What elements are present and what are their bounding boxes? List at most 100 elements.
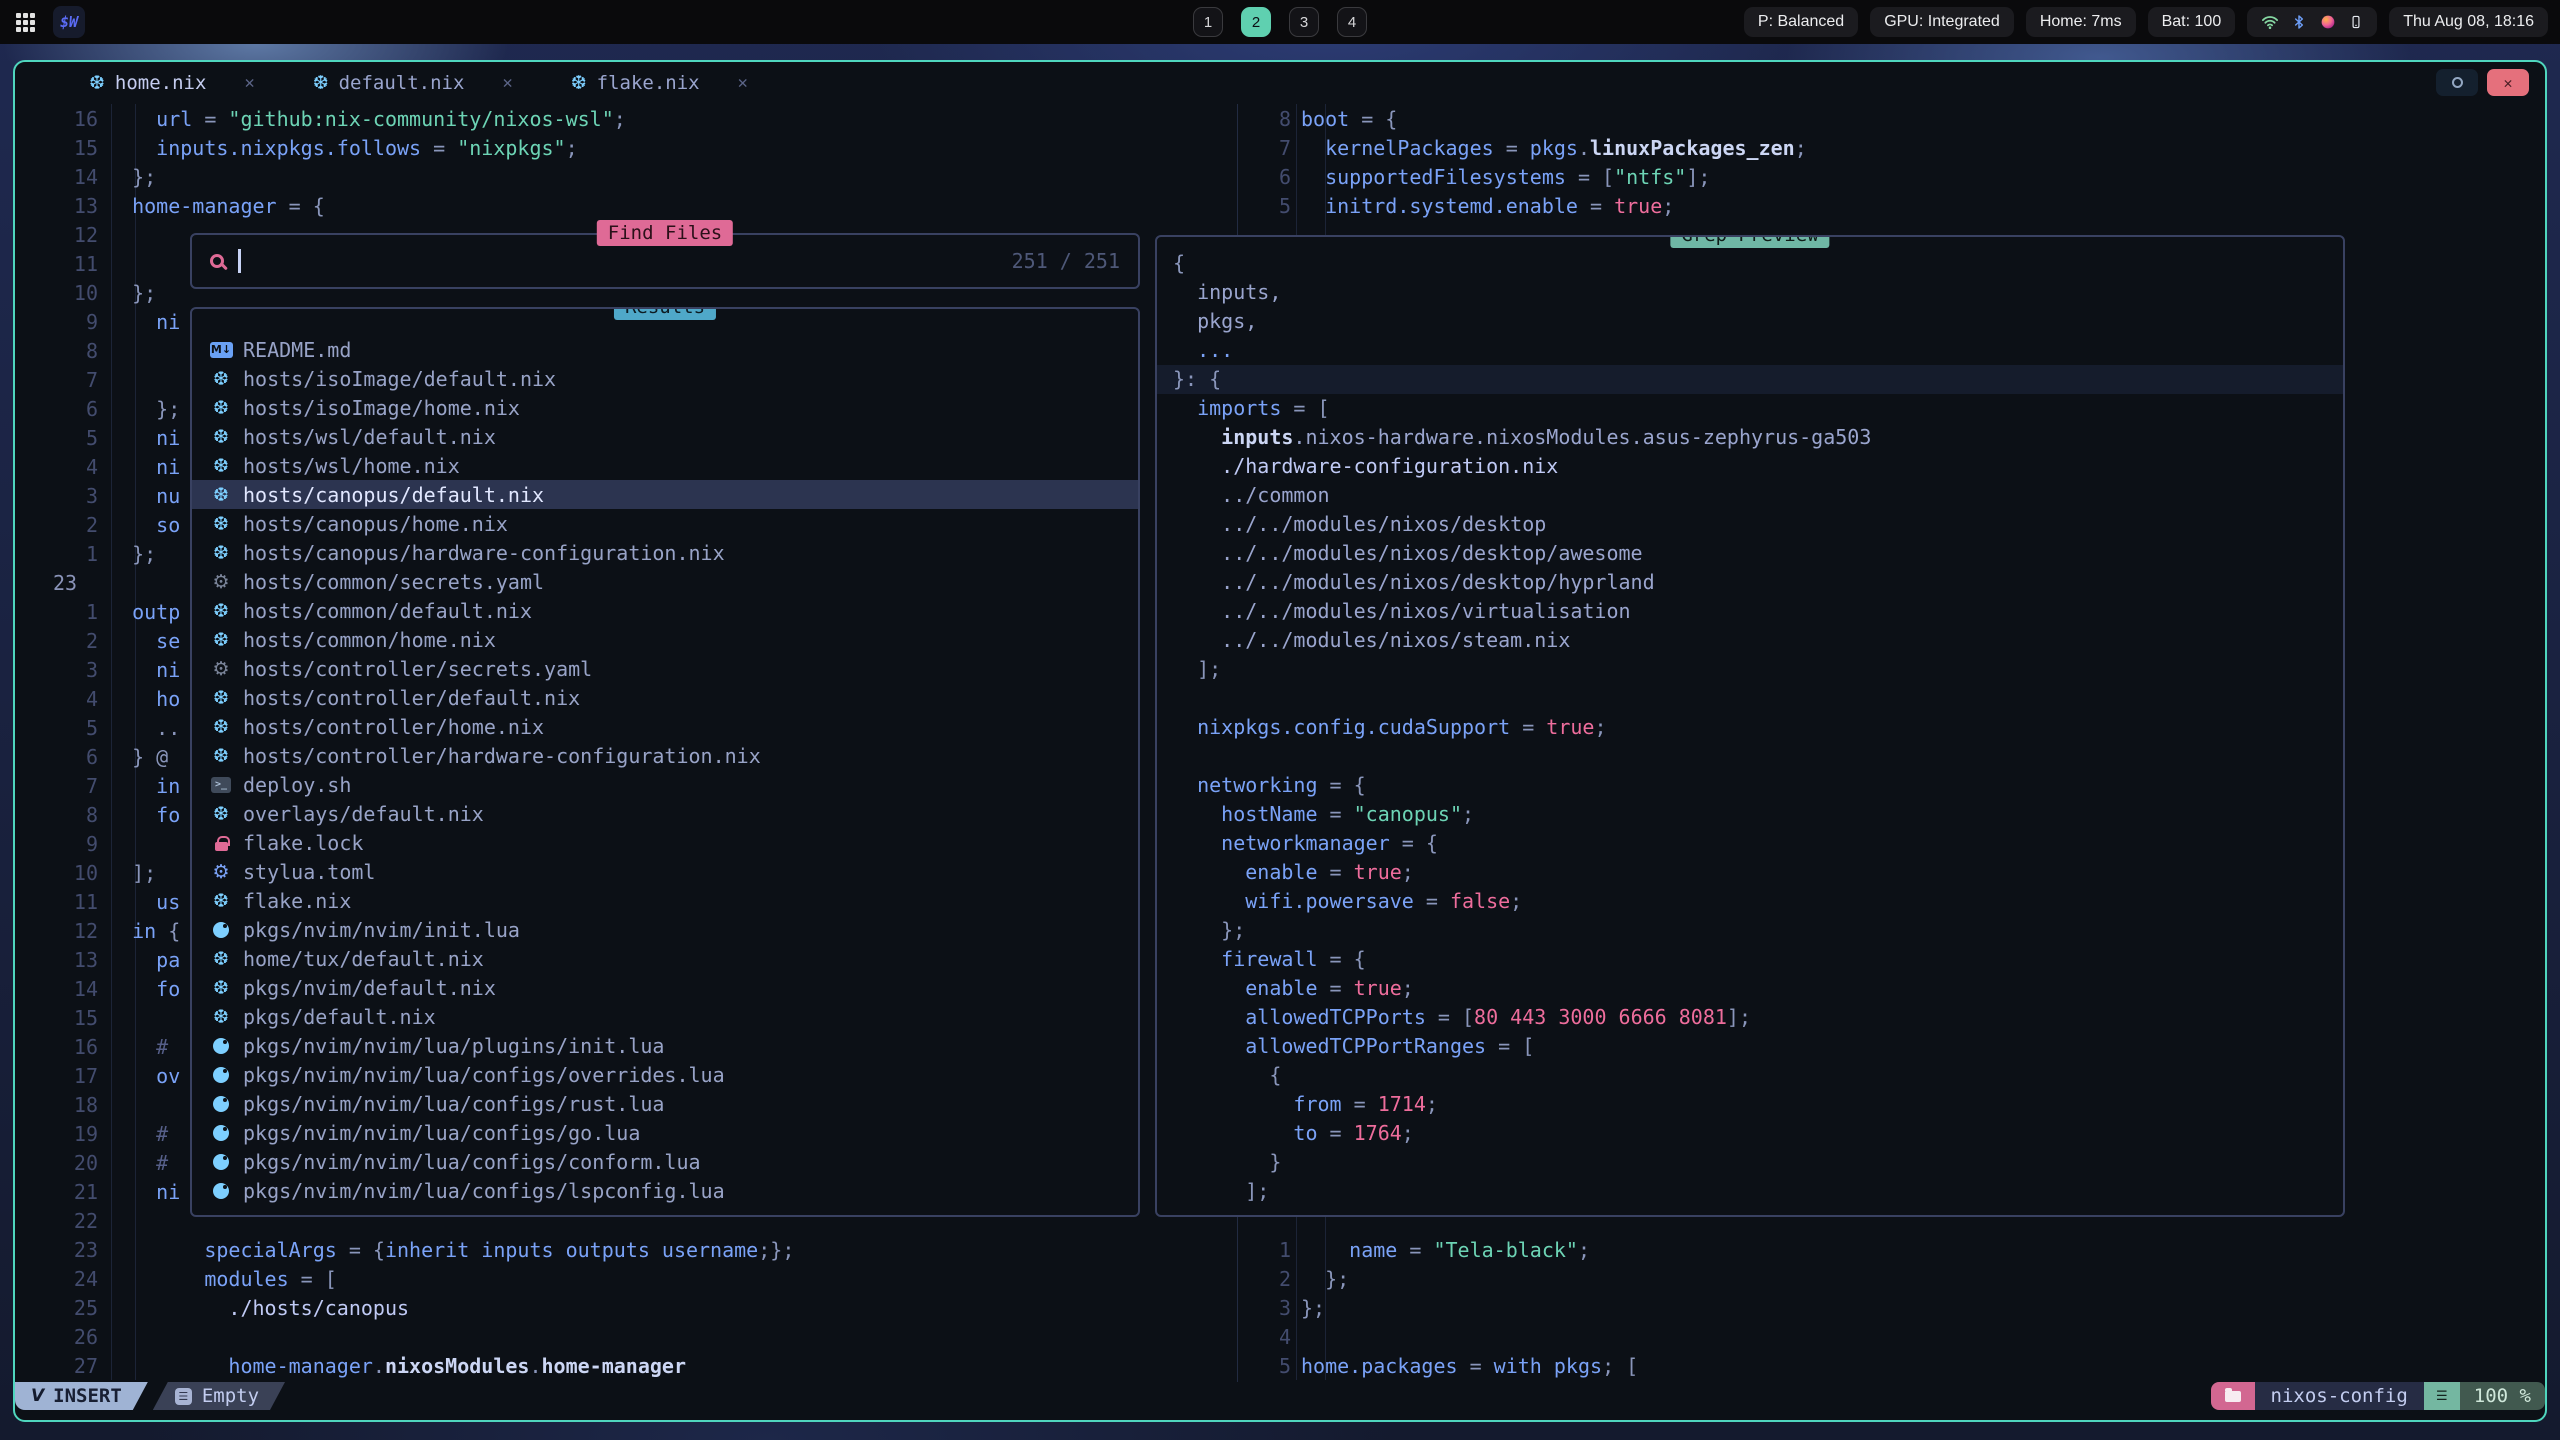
result-item[interactable]: hosts/isoImage/default.nix: [192, 364, 1138, 393]
result-item[interactable]: pkgs/nvim/nvim/lua/configs/overrides.lua: [192, 1060, 1138, 1089]
window-toggle-button[interactable]: [2436, 69, 2478, 96]
result-item[interactable]: pkgs/nvim/nvim/lua/configs/conform.lua: [192, 1147, 1138, 1176]
line-number: 23: [15, 571, 98, 595]
result-label: pkgs/nvim/nvim/lua/configs/lspconfig.lua: [243, 1179, 725, 1203]
preview-line: ];: [1173, 655, 2343, 684]
code-row: 25 ./hosts/canopus: [15, 1293, 1237, 1322]
result-item[interactable]: hosts/common/secrets.yaml: [192, 567, 1138, 596]
lua-file-icon: [208, 1038, 234, 1054]
result-item[interactable]: hosts/wsl/default.nix: [192, 422, 1138, 451]
result-label: pkgs/nvim/nvim/lua/configs/overrides.lua: [243, 1063, 725, 1087]
find-files-input[interactable]: Find Files 251 / 251: [190, 233, 1140, 289]
nix-file-icon: [208, 977, 234, 999]
workspace-button-2[interactable]: 2: [1241, 7, 1271, 37]
result-item[interactable]: hosts/controller/hardware-configuration.…: [192, 741, 1138, 770]
lua-file-icon: [208, 1183, 234, 1199]
line-number: 9: [15, 310, 98, 334]
result-item[interactable]: pkgs/nvim/nvim/lua/configs/go.lua: [192, 1118, 1138, 1147]
result-item[interactable]: pkgs/nvim/nvim/lua/plugins/init.lua: [192, 1031, 1138, 1060]
tab-close-icon[interactable]: [244, 73, 254, 93]
buffer-icon: [175, 1388, 192, 1405]
line-number: 7: [15, 368, 98, 392]
wifi-icon[interactable]: [2261, 13, 2279, 31]
preview-line: ../../modules/nixos/desktop/hyprland: [1173, 568, 2343, 597]
line-number: 1: [1208, 1238, 1291, 1262]
markdown-file-icon: M↓: [208, 342, 234, 358]
code-row: 6 supportedFilesystems = ["ntfs"];: [1208, 162, 2538, 191]
line-number: 19: [15, 1122, 98, 1146]
system-tray[interactable]: [2247, 7, 2377, 37]
editor-tab-bar: home.nix default.nix flake.nix: [15, 62, 2545, 104]
result-item[interactable]: hosts/controller/default.nix: [192, 683, 1138, 712]
result-label: flake.nix: [243, 889, 351, 913]
result-item[interactable]: hosts/common/default.nix: [192, 596, 1138, 625]
bluetooth-icon[interactable]: [2291, 13, 2307, 31]
result-item[interactable]: pkgs/nvim/default.nix: [192, 973, 1138, 1002]
result-item[interactable]: hosts/canopus/default.nix: [192, 480, 1138, 509]
code-row: 23 specialArgs = {inherit inputs outputs…: [15, 1235, 1237, 1264]
tab-label: default.nix: [339, 72, 465, 94]
preview-line: ...: [1173, 336, 2343, 365]
preview-line: ];: [1173, 1177, 2343, 1206]
preview-line: from = 1714;: [1173, 1090, 2343, 1119]
tab-close-icon[interactable]: [738, 73, 748, 93]
result-item[interactable]: hosts/controller/secrets.yaml: [192, 654, 1138, 683]
result-label: hosts/controller/hardware-configuration.…: [243, 744, 761, 768]
result-item[interactable]: stylua.toml: [192, 857, 1138, 886]
workspace-button-4[interactable]: 4: [1337, 7, 1367, 37]
result-item[interactable]: pkgs/nvim/nvim/init.lua: [192, 915, 1138, 944]
result-item[interactable]: flake.nix: [192, 886, 1138, 915]
result-item[interactable]: pkgs/nvim/nvim/lua/configs/lspconfig.lua: [192, 1176, 1138, 1205]
app-launcher-icon[interactable]: [12, 9, 39, 36]
line-number: 21: [15, 1180, 98, 1204]
line-number: 3: [15, 484, 98, 508]
result-item[interactable]: hosts/common/home.nix: [192, 625, 1138, 654]
nix-file-icon: [208, 484, 234, 506]
toml-file-icon: [208, 861, 234, 883]
phone-icon[interactable]: [2349, 13, 2363, 31]
line-number: 15: [15, 1006, 98, 1030]
result-item[interactable]: hosts/canopus/hardware-configuration.nix: [192, 538, 1138, 567]
eye-icon: [2452, 77, 2463, 88]
preview-line: pkgs,: [1173, 307, 2343, 336]
result-item[interactable]: overlays/default.nix: [192, 799, 1138, 828]
preview-line: ./hardware-configuration.nix: [1173, 452, 2343, 481]
result-item[interactable]: home/tux/default.nix: [192, 944, 1138, 973]
results-list: M↓README.mdhosts/isoImage/default.nixhos…: [192, 335, 1138, 1205]
result-item[interactable]: hosts/isoImage/home.nix: [192, 393, 1138, 422]
result-item[interactable]: pkgs/default.nix: [192, 1002, 1138, 1031]
workspace-button-3[interactable]: 3: [1289, 7, 1319, 37]
nix-file-icon: [208, 629, 234, 651]
code-row: 7 kernelPackages = pkgs.linuxPackages_ze…: [1208, 133, 2538, 162]
preview-line: ../common: [1173, 481, 2343, 510]
result-item[interactable]: hosts/wsl/home.nix: [192, 451, 1138, 480]
results-title: Results: [614, 307, 716, 320]
tab-home.nix[interactable]: home.nix: [89, 72, 255, 94]
line-number: 14: [15, 977, 98, 1001]
result-label: pkgs/nvim/nvim/lua/configs/conform.lua: [243, 1150, 701, 1174]
result-item[interactable]: >_deploy.sh: [192, 770, 1138, 799]
result-item[interactable]: hosts/controller/home.nix: [192, 712, 1138, 741]
preview-line: ../../modules/nixos/desktop/awesome: [1173, 539, 2343, 568]
tab-default.nix[interactable]: default.nix: [313, 72, 513, 94]
editor-area: 16 url = "github:nix-community/nixos-wsl…: [15, 104, 2545, 1382]
result-item[interactable]: flake.lock: [192, 828, 1138, 857]
repo-name: nixos-config: [2255, 1382, 2424, 1410]
line-number: 1: [15, 600, 98, 624]
result-item[interactable]: hosts/canopus/home.nix: [192, 509, 1138, 538]
preview-line: ../../modules/nixos/virtualisation: [1173, 597, 2343, 626]
result-item[interactable]: M↓README.md: [192, 335, 1138, 364]
tab-flake.nix[interactable]: flake.nix: [571, 72, 748, 94]
result-label: hosts/controller/home.nix: [243, 715, 544, 739]
window-close-button[interactable]: [2487, 69, 2529, 96]
line-number: 4: [15, 687, 98, 711]
preview-code: { inputs, pkgs, ...}: { imports = [ inpu…: [1173, 249, 2343, 1206]
result-item[interactable]: pkgs/nvim/nvim/lua/configs/rust.lua: [192, 1089, 1138, 1118]
code-row: 1 name = "Tela-black";: [1208, 1235, 2538, 1264]
workspace-button-1[interactable]: 1: [1193, 7, 1223, 37]
tab-close-icon[interactable]: [502, 73, 512, 93]
wm-logo[interactable]: $W: [53, 6, 85, 38]
line-number: 2: [15, 629, 98, 653]
color-blob-icon[interactable]: [2319, 13, 2337, 31]
nix-snowflake-icon: [313, 72, 329, 94]
